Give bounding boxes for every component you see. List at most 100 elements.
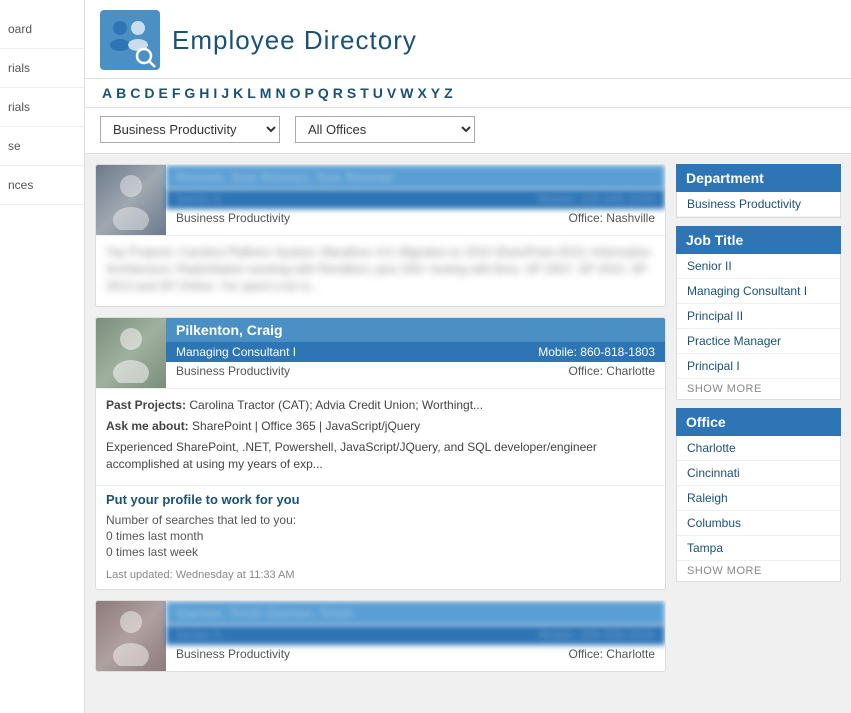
employee-title-bar: Senior II Mobile: 200-556-0034 (166, 625, 665, 645)
alpha-letter-d[interactable]: D (144, 85, 154, 101)
employee-department: Business Productivity (176, 364, 290, 378)
employee-mobile: Mobile: 860-818-1803 (538, 345, 655, 359)
employee-photo (96, 601, 166, 671)
employee-title: Senior II (176, 192, 241, 206)
department-body: Business Productivity (676, 192, 841, 218)
searches-month: 0 times last month (106, 529, 655, 543)
alpha-letter-c[interactable]: C (130, 85, 140, 101)
employee-name[interactable]: Renner, Sue Renner, Sue Renner (166, 165, 665, 189)
alpha-letter-i[interactable]: I (213, 85, 217, 101)
job-title-show-more[interactable]: SHOW MORE (677, 379, 840, 399)
employee-title-bar: Senior II Mobile: 100-445-1540 (166, 189, 665, 209)
alpha-letter-m[interactable]: M (260, 85, 272, 101)
alpha-letter-f[interactable]: F (172, 85, 181, 101)
sidebar-item-1[interactable]: oard (0, 10, 84, 49)
employee-card: Pilkenton, Craig Managing Consultant I M… (95, 317, 666, 589)
employee-dept-row: Business Productivity Office: Charlotte (166, 645, 665, 663)
employee-list: Renner, Sue Renner, Sue Renner Senior II… (95, 164, 676, 703)
employee-department: Business Productivity (176, 647, 290, 661)
sidebar-item-3[interactable]: rials (0, 88, 84, 127)
office-show-more[interactable]: SHOW MORE (677, 561, 840, 581)
employee-body: Past Projects: Carolina Tractor (CAT); A… (96, 388, 665, 484)
employee-bio: Experienced SharePoint, .NET, Powershell… (106, 439, 655, 473)
sidebar-item-5[interactable]: nces (0, 166, 84, 205)
employee-title: Managing Consultant I (176, 345, 296, 359)
employee-body: Top Projects: Carolina Platform System; … (96, 235, 665, 306)
sidebar: oard rials rials se nces (0, 0, 85, 713)
alpha-letter-h[interactable]: H (199, 85, 209, 101)
employee-name[interactable]: Garner, Trish Garner, Trish (166, 601, 665, 625)
office-header: Office (676, 408, 841, 436)
employee-title: Senior II (176, 628, 237, 642)
title-practice-manager[interactable]: Practice Manager (677, 329, 840, 354)
alpha-letter-y[interactable]: Y (431, 85, 440, 101)
alpha-letter-j[interactable]: J (221, 85, 229, 101)
alpha-letter-q[interactable]: Q (318, 85, 329, 101)
app-header: Employee Directory (85, 0, 851, 79)
alpha-letter-r[interactable]: R (333, 85, 343, 101)
last-updated: Last updated: Wednesday at 11:33 AM (96, 567, 665, 589)
alpha-letter-l[interactable]: L (247, 85, 256, 101)
search-stats: Number of searches that led to you: 0 ti… (96, 511, 665, 567)
searches-week: 0 times last week (106, 545, 655, 559)
title-managing-consultant[interactable]: Managing Consultant I (677, 279, 840, 304)
alpha-letter-z[interactable]: Z (444, 85, 453, 101)
profile-link-section: Put your profile to work for you (96, 485, 665, 511)
alpha-letter-v[interactable]: V (387, 85, 396, 101)
filter-row: Business Productivity All Departments Al… (85, 108, 851, 154)
alpha-letter-o[interactable]: O (290, 85, 301, 101)
searches-label: Number of searches that led to you: (106, 513, 655, 527)
alpha-letter-t[interactable]: T (360, 85, 369, 101)
page-title: Employee Directory (172, 25, 417, 56)
office-columbus[interactable]: Columbus (677, 511, 840, 536)
office-charlotte[interactable]: Charlotte (677, 436, 840, 461)
alpha-letter-k[interactable]: K (233, 85, 243, 101)
office-filter-section: Office Charlotte Cincinnati Raleigh Colu… (676, 408, 841, 582)
alpha-letter-u[interactable]: U (373, 85, 383, 101)
job-title-header: Job Title (676, 226, 841, 254)
alpha-letter-p[interactable]: P (304, 85, 313, 101)
right-panel: Department Business Productivity Job Tit… (676, 164, 841, 703)
alpha-letter-w[interactable]: W (400, 85, 413, 101)
sidebar-item-2[interactable]: rials (0, 49, 84, 88)
alphabet-nav: ABCDEFGHIJKLMNOPQRSTUVWXYZ (85, 79, 851, 108)
alpha-letter-x[interactable]: X (417, 85, 426, 101)
job-title-filter-section: Job Title Senior II Managing Consultant … (676, 226, 841, 400)
office-raleigh[interactable]: Raleigh (677, 486, 840, 511)
office-tampa[interactable]: Tampa (677, 536, 840, 561)
department-filter[interactable]: Business Productivity All Departments (100, 116, 280, 143)
app-logo (100, 10, 160, 70)
alpha-letter-n[interactable]: N (275, 85, 285, 101)
employee-mobile: Mobile: 100-445-1540 (538, 192, 655, 206)
employee-title-bar: Managing Consultant I Mobile: 860-818-18… (166, 342, 665, 362)
employee-name[interactable]: Pilkenton, Craig (166, 318, 665, 342)
employee-card: Garner, Trish Garner, Trish Senior II Mo… (95, 600, 666, 672)
alpha-letter-s[interactable]: S (347, 85, 356, 101)
employee-photo (96, 318, 166, 388)
title-principal-ii[interactable]: Principal II (677, 304, 840, 329)
employee-dept-row: Business Productivity Office: Charlotte (166, 362, 665, 380)
employee-card: Renner, Sue Renner, Sue Renner Senior II… (95, 164, 666, 307)
employee-photo (96, 165, 166, 235)
office-cincinnati[interactable]: Cincinnati (677, 461, 840, 486)
employee-office: Office: Nashville (569, 211, 655, 225)
alpha-letter-b[interactable]: B (116, 85, 126, 101)
alpha-letter-g[interactable]: G (184, 85, 195, 101)
sidebar-item-4[interactable]: se (0, 127, 84, 166)
ask-me: Ask me about: SharePoint | Office 365 | … (106, 418, 655, 435)
main-content: Employee Directory ABCDEFGHIJKLMNOPQRSTU… (85, 0, 851, 713)
alpha-letter-e[interactable]: E (159, 85, 168, 101)
employee-bio: Top Projects: Carolina Platform System; … (106, 244, 655, 294)
dept-item-business-productivity[interactable]: Business Productivity (677, 192, 840, 217)
content-area: Renner, Sue Renner, Sue Renner Senior II… (85, 154, 851, 713)
employee-office: Office: Charlotte (569, 647, 655, 661)
employee-office: Office: Charlotte (569, 364, 655, 378)
office-body: Charlotte Cincinnati Raleigh Columbus Ta… (676, 436, 841, 582)
employee-dept-row: Business Productivity Office: Nashville (166, 209, 665, 227)
title-principal-i[interactable]: Principal I (677, 354, 840, 379)
title-senior-ii[interactable]: Senior II (677, 254, 840, 279)
profile-link[interactable]: Put your profile to work for you (106, 492, 300, 507)
employee-department: Business Productivity (176, 211, 290, 225)
office-filter[interactable]: All Offices Charlotte Cincinnati Raleigh… (295, 116, 475, 143)
alpha-letter-a[interactable]: A (102, 85, 112, 101)
